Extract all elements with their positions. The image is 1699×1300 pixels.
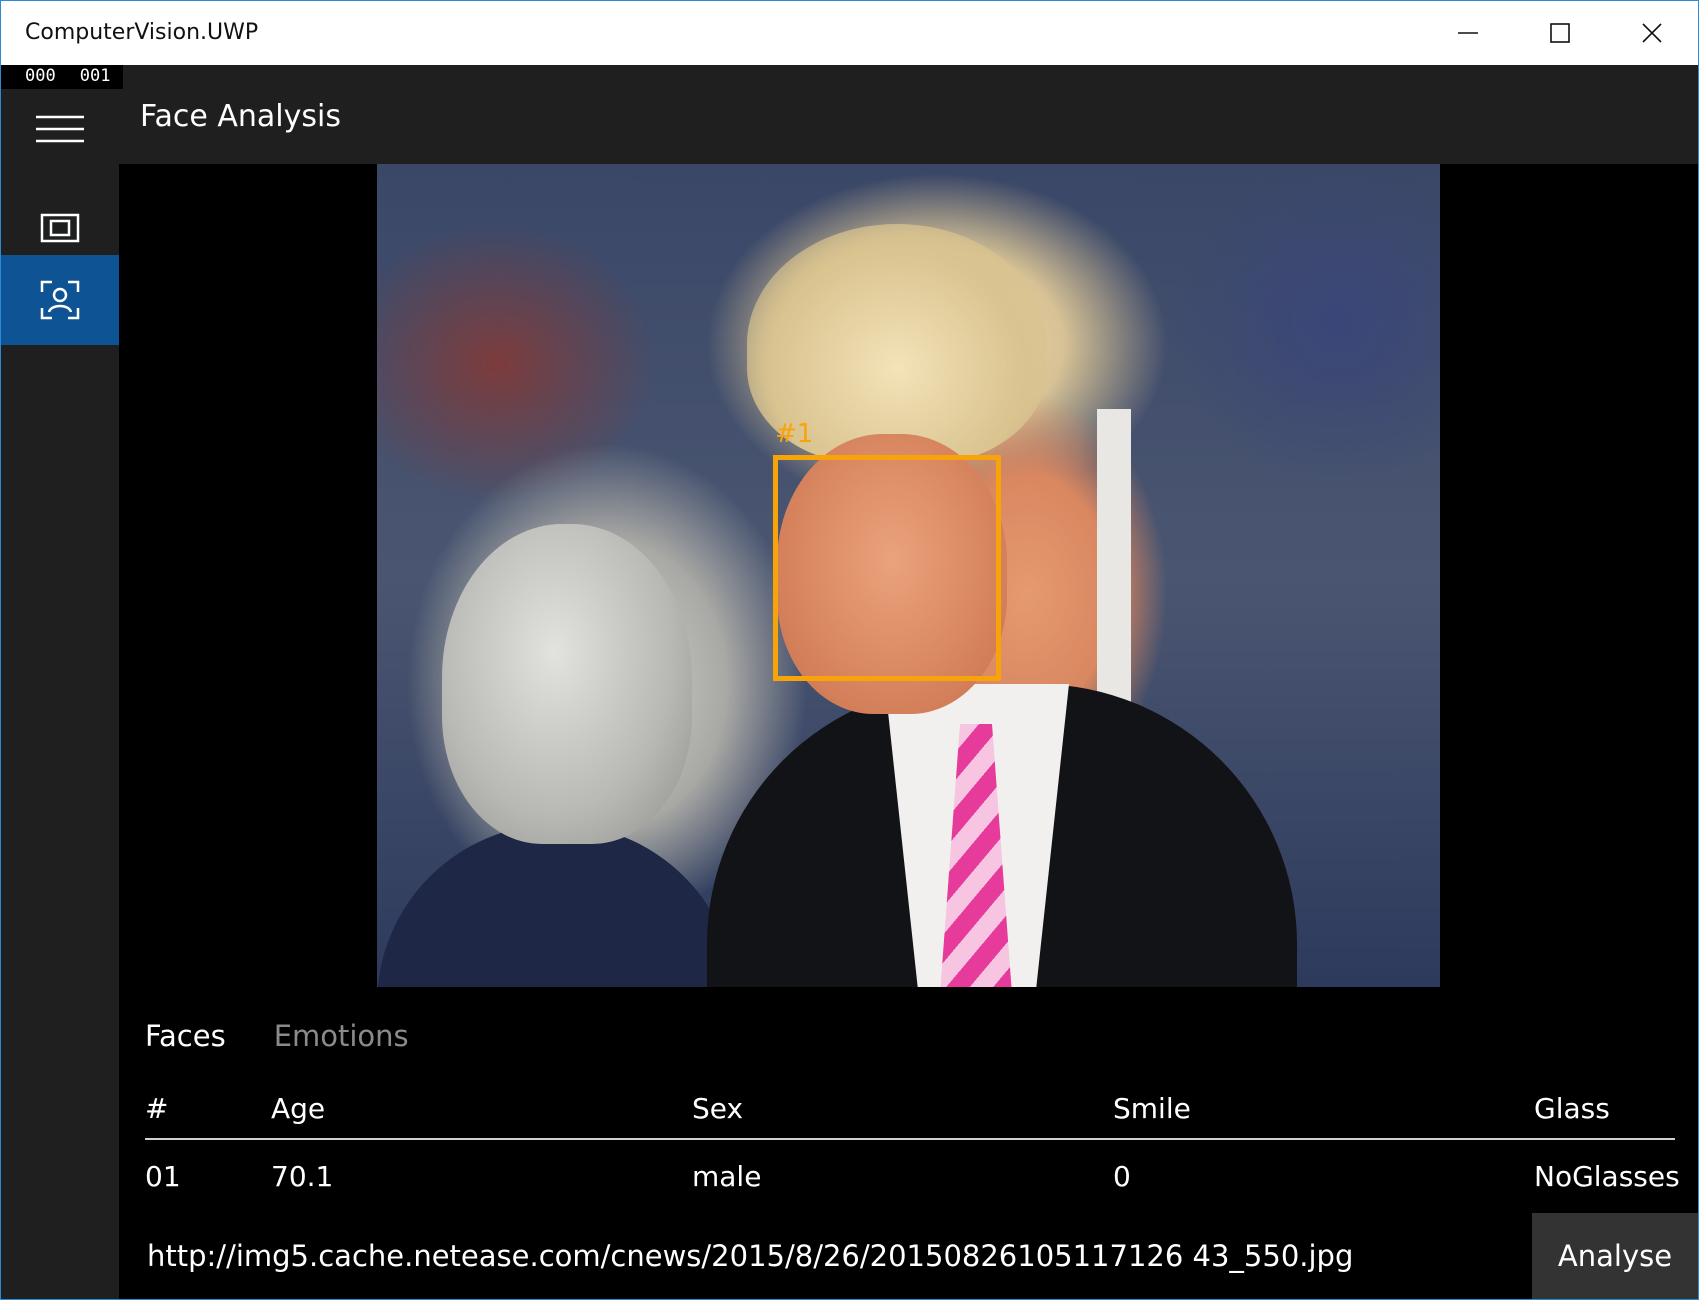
- cell-smile: 0: [1113, 1160, 1131, 1193]
- column-header-glass: Glass: [1534, 1092, 1610, 1125]
- bottom-bar: Analyse: [119, 1213, 1698, 1299]
- maximize-icon: [1550, 23, 1570, 43]
- column-header-sex: Sex: [692, 1092, 744, 1125]
- face-box-label: #1: [775, 419, 814, 449]
- column-header-smile: Smile: [1113, 1092, 1191, 1125]
- nav-item-face-analysis[interactable]: [1, 255, 119, 345]
- title-bar: ComputerVision.UWP: [1, 1, 1698, 65]
- page-title: Face Analysis: [140, 99, 341, 134]
- window-title: ComputerVision.UWP: [25, 20, 259, 45]
- table-row[interactable]: 01 70.1 male 0 NoGlasses: [145, 1140, 1680, 1196]
- column-header-age: Age: [271, 1092, 326, 1125]
- minimize-button[interactable]: [1422, 1, 1514, 65]
- faces-table: # Age Sex Smile Glass 01 70.1 male 0 NoG…: [145, 1086, 1680, 1196]
- result-tabs: Faces Emotions: [145, 1019, 457, 1063]
- image-frame-icon: [40, 213, 80, 243]
- app-window: ComputerVision.UWP 000 001 Face Analysis…: [0, 0, 1699, 1300]
- cell-age: 70.1: [271, 1160, 334, 1193]
- nav-pane: [1, 65, 119, 1299]
- frame-counter: 000 001: [1, 65, 123, 89]
- analyzed-photo: #1: [377, 164, 1440, 987]
- analyse-button[interactable]: Analyse: [1532, 1213, 1698, 1299]
- hamburger-icon: [36, 115, 84, 143]
- frame-counter-left: 000: [25, 66, 56, 86]
- tab-emotions[interactable]: Emotions: [274, 1019, 409, 1063]
- maximize-button[interactable]: [1514, 1, 1606, 65]
- face-scan-icon: [40, 280, 80, 320]
- close-button[interactable]: [1606, 1, 1698, 65]
- close-icon: [1642, 23, 1662, 43]
- cell-number: 01: [145, 1160, 181, 1193]
- column-header-number: #: [145, 1092, 169, 1125]
- table-header-row: # Age Sex Smile Glass: [145, 1086, 1675, 1140]
- page-header: Face Analysis: [119, 65, 1698, 164]
- face-bounding-box: [773, 455, 1001, 681]
- cell-sex: male: [692, 1160, 762, 1193]
- tab-faces[interactable]: Faces: [145, 1019, 226, 1063]
- cell-glass: NoGlasses: [1534, 1160, 1680, 1193]
- photo-person-back-head: [442, 524, 692, 844]
- frame-counter-right: 001: [79, 66, 111, 86]
- photo-person-back-suit: [377, 824, 737, 987]
- minimize-icon: [1458, 32, 1478, 34]
- image-url-input[interactable]: [119, 1213, 1532, 1299]
- hamburger-button[interactable]: [1, 91, 119, 167]
